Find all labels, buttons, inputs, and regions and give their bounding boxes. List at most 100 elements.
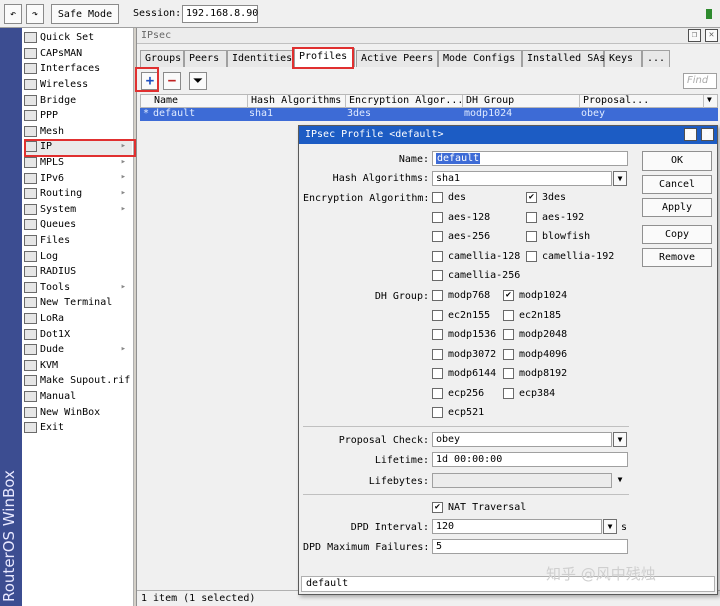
checkbox-aes-128[interactable]: aes-128	[432, 211, 491, 223]
filter-button[interactable]: ⏷	[189, 72, 207, 90]
name-value: default	[436, 153, 481, 164]
tab-groups[interactable]: Groups	[140, 50, 184, 67]
dpd-interval-label: DPD Interval:	[350, 522, 429, 533]
sidebar-item-interfaces[interactable]: Interfaces	[24, 61, 132, 77]
sidebar-item-ipv6[interactable]: IPv6 ▸	[24, 170, 132, 186]
dialog-close-button[interactable]: ✕	[701, 128, 714, 141]
safe-mode-button[interactable]: Safe Mode	[51, 4, 119, 24]
find-input[interactable]: Find	[683, 73, 717, 89]
restore-button[interactable]: ❐	[688, 29, 701, 42]
ok-button[interactable]: OK	[642, 151, 712, 171]
sidebar-item-bridge[interactable]: Bridge	[24, 92, 132, 108]
sidebar-item-lora[interactable]: LoRa	[24, 311, 132, 327]
checkbox-modp2048[interactable]: modp2048	[503, 329, 567, 340]
dpd-dropdown-icon[interactable]: ▼	[603, 519, 617, 534]
sidebar-item-mpls[interactable]: MPLS ▸	[24, 155, 132, 171]
sidebar-item-routing[interactable]: Routing ▸	[24, 186, 132, 202]
checkbox-des[interactable]: des	[432, 192, 466, 203]
checkbox-ecp384[interactable]: ecp384	[503, 387, 555, 399]
tab-active-peers[interactable]: Active Peers	[356, 50, 438, 67]
checkbox-modp768[interactable]: modp768	[432, 290, 490, 301]
dialog-restore-button[interactable]: ❐	[684, 128, 697, 141]
close-button[interactable]: ✕	[705, 29, 718, 42]
checkbox-ecp256[interactable]: ecp256	[432, 387, 484, 399]
columns-dropdown-icon[interactable]: ▼	[703, 95, 718, 108]
column-name[interactable]: Name	[151, 95, 247, 108]
tab-keys[interactable]: Keys	[604, 50, 642, 67]
cancel-button[interactable]: Cancel	[642, 175, 712, 194]
column-encryption[interactable]: Encryption Algor...	[345, 95, 462, 108]
tab-mode-configs[interactable]: Mode Configs	[438, 50, 522, 67]
checkbox-box	[503, 329, 514, 340]
nat-traversal-checkbox[interactable]: ✔ NAT Traversal	[432, 502, 526, 513]
checkbox-label: camellia-256	[448, 270, 521, 281]
checkbox-modp8192[interactable]: modp8192	[503, 368, 567, 379]
checkbox-modp1536[interactable]: modp1536	[432, 329, 496, 340]
sidebar-item-capsman[interactable]: CAPsMAN	[24, 46, 132, 62]
checkbox-3des[interactable]: ✔ 3des	[526, 192, 566, 203]
tab-installed-sas[interactable]: Installed SAs	[522, 50, 605, 67]
checkbox-label: aes-128	[448, 211, 491, 223]
tab-peers[interactable]: Peers	[184, 50, 227, 67]
redo-button[interactable]: ↷	[26, 4, 44, 24]
checkbox-ecp521[interactable]: ecp521	[432, 407, 484, 418]
checkbox-camellia-192[interactable]: camellia-192	[526, 250, 614, 262]
session-field[interactable]: 192.168.8.90	[182, 5, 258, 23]
proposal-check-select[interactable]: obey	[432, 432, 612, 447]
checkbox-modp6144[interactable]: modp6144	[432, 368, 496, 379]
menu-icon	[24, 235, 37, 247]
table-row[interactable]: * default sha1 3des modp1024 obey	[140, 108, 718, 121]
sidebar-item-queues[interactable]: Queues	[24, 217, 132, 233]
dpd-interval-field[interactable]: 120	[432, 519, 602, 534]
lifebytes-dropdown-icon[interactable]: ▼	[613, 473, 627, 488]
sidebar-item-radius[interactable]: RADIUS	[24, 264, 132, 280]
checkbox-camellia-256[interactable]: camellia-256	[432, 270, 520, 281]
sidebar-item-system[interactable]: System ▸	[24, 202, 132, 218]
sidebar-item-dude[interactable]: Dude ▸	[24, 342, 132, 358]
proposal-dropdown-icon[interactable]: ▼	[613, 432, 627, 447]
checkbox-aes-192[interactable]: aes-192	[526, 211, 584, 223]
checkbox-modp4096[interactable]: modp4096	[503, 348, 567, 360]
sidebar-item-kvm[interactable]: KVM	[24, 358, 132, 374]
hash-dropdown-icon[interactable]: ▼	[613, 171, 627, 186]
sidebar-item-exit[interactable]: Exit	[24, 420, 132, 436]
sidebar-item-make-supout-rif[interactable]: Make Supout.rif	[24, 373, 132, 389]
sidebar-item-wireless[interactable]: Wireless	[24, 77, 132, 93]
column-hash[interactable]: Hash Algorithms	[247, 95, 345, 108]
undo-button[interactable]: ↶	[4, 4, 22, 24]
sidebar-item-tools[interactable]: Tools ▸	[24, 280, 132, 296]
remove-profile-button[interactable]: Remove	[642, 248, 712, 267]
checkbox-modp3072[interactable]: modp3072	[432, 348, 496, 360]
sidebar-item-files[interactable]: Files	[24, 233, 132, 249]
checkbox-box	[432, 250, 443, 262]
sidebar-item-new-terminal[interactable]: New Terminal	[24, 295, 132, 311]
sidebar-item-mesh[interactable]: Mesh	[24, 124, 132, 140]
checkbox-modp1024[interactable]: ✔ modp1024	[503, 290, 567, 301]
checkbox-aes-256[interactable]: aes-256	[432, 231, 490, 242]
checkbox-camellia-128[interactable]: camellia-128	[432, 250, 520, 262]
checkbox-blowfish[interactable]: blowfish	[526, 231, 590, 242]
add-button-highlight	[135, 67, 159, 92]
checkbox-ec2n155[interactable]: ec2n155	[432, 309, 490, 321]
apply-button[interactable]: Apply	[642, 198, 712, 217]
checkbox-ec2n185[interactable]: ec2n185	[503, 309, 561, 321]
sidebar-item-quick-set[interactable]: Quick Set	[24, 30, 132, 46]
sidebar-item-dot1x[interactable]: Dot1X	[24, 326, 132, 342]
hash-select[interactable]: sha1	[432, 171, 612, 186]
tab-identities[interactable]: Identities	[227, 50, 294, 67]
column-dh-group[interactable]: DH Group	[462, 95, 579, 108]
sidebar-item-log[interactable]: Log	[24, 248, 132, 264]
checkbox-box	[432, 192, 443, 203]
sidebar-item-new-winbox[interactable]: New WinBox	[24, 404, 132, 420]
name-field[interactable]: default	[432, 151, 628, 166]
column-proposal[interactable]: Proposal...	[579, 95, 649, 108]
lifetime-field[interactable]: 1d 00:00:00	[432, 452, 628, 467]
remove-button[interactable]: −	[163, 72, 181, 90]
checkbox-label: modp1536	[448, 329, 497, 340]
sidebar-item-ppp[interactable]: PPP	[24, 108, 132, 124]
lifebytes-field[interactable]	[432, 473, 612, 488]
sidebar-item-manual[interactable]: Manual	[24, 389, 132, 405]
copy-button[interactable]: Copy	[642, 225, 712, 244]
tab--[interactable]: ...	[642, 50, 670, 67]
dpd-max-failures-field[interactable]: 5	[432, 539, 628, 554]
